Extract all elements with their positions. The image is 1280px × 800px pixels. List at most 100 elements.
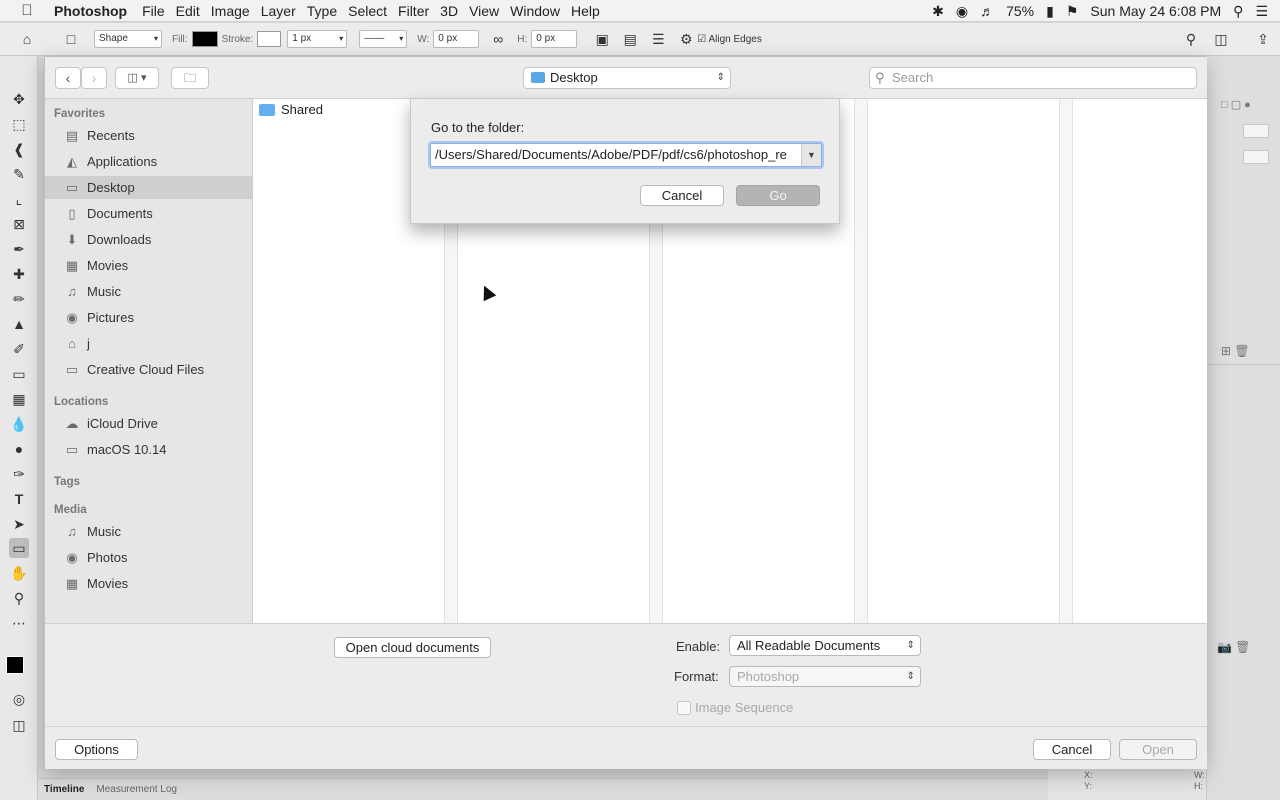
width-field[interactable]: 0 px [433,30,480,48]
sidebar-item-movies[interactable]: ▦ Movies [45,254,252,277]
move-tool-icon[interactable]: ✥ [9,89,29,109]
menu-3d[interactable]: 3D [440,3,469,19]
open-button[interactable]: Open [1119,739,1197,760]
tool-preset-icon[interactable]: □ [62,30,80,48]
hand-tool-icon[interactable]: ✋ [9,563,29,583]
column-divider[interactable] [1059,99,1073,623]
fill-field[interactable] [1243,150,1269,164]
align-edges-checkbox[interactable]: ☑ Align Edges [697,34,762,45]
image-sequence-checkbox[interactable] [677,701,691,715]
pen-tool-icon[interactable]: ✑ [9,464,29,484]
lasso-tool-icon[interactable]: ❰ [9,139,29,159]
foreground-color-swatch[interactable] [6,656,24,674]
search-input[interactable]: ⚲ Search [869,67,1197,89]
sidebar-item-icloud-drive[interactable]: ☁ iCloud Drive [45,412,252,435]
search-icon[interactable]: ⚲ [1182,30,1200,48]
blur-tool-icon[interactable]: 💧 [9,414,29,434]
go-button[interactable]: Go [736,185,820,206]
share-icon[interactable]: ⇪ [1254,30,1272,48]
quick-select-tool-icon[interactable]: ✎ [9,164,29,184]
screen-mode-icon[interactable]: ◫ [9,715,29,735]
sidebar-item-desktop[interactable]: ▭ Desktop [45,176,252,199]
sidebar-item-applications[interactable]: ◭ Applications [45,150,252,173]
battery-percent[interactable]: 75% [1006,3,1034,19]
layer-actions-icons[interactable]: ⊞ 🗑 [1221,344,1250,358]
link-icon[interactable]: ∞ [489,30,507,48]
rectangle-tool-icon[interactable]: ▭ [9,538,29,558]
sidebar-item-pictures[interactable]: ◉ Pictures [45,306,252,329]
path-operations-icon[interactable]: ▣ [593,30,611,48]
home-icon[interactable]: ⌂ [18,30,36,48]
frame-tool-icon[interactable]: ⊠ [9,214,29,234]
menu-select[interactable]: Select [348,3,398,19]
open-cloud-documents-button[interactable]: Open cloud documents [334,637,491,658]
quick-mask-icon[interactable]: ◎ [9,689,29,709]
format-select[interactable]: Photoshop ⇕ [729,666,921,687]
panel-icons[interactable]: □ ▢ ● [1221,98,1251,111]
menu-view[interactable]: View [469,3,510,19]
sidebar-item-macos-10-14[interactable]: ▭ macOS 10.14 [45,438,252,461]
menu-layer[interactable]: Layer [261,3,307,19]
column-divider[interactable] [854,99,868,623]
menu-image[interactable]: Image [211,3,261,19]
sidebar-item-photos[interactable]: ◉ Photos [45,546,252,569]
volume-icon[interactable]: ♬ [980,3,994,19]
wifi-icon[interactable]: ◉ [956,3,968,20]
apple-menu-icon[interactable]:  [0,2,54,19]
marquee-tool-icon[interactable]: ⬚ [9,114,29,134]
options-button[interactable]: Options [55,739,138,760]
notification-center-icon[interactable]: ☰ [1255,3,1268,20]
menu-edit[interactable]: Edit [176,3,211,19]
location-popup[interactable]: Desktop ⇕ [523,67,731,89]
forward-button[interactable]: › [81,67,107,89]
sidebar-item-documents[interactable]: ▯ Documents [45,202,252,225]
stroke-type-select[interactable]: —— ▾ [359,30,408,48]
dodge-tool-icon[interactable]: ● [9,439,29,459]
folder-item-shared[interactable]: Shared [259,101,323,119]
crop-tool-icon[interactable]: ⌞ [9,189,29,209]
eyedropper-tool-icon[interactable]: ✒ [9,239,29,259]
zoom-tool-icon[interactable]: ⚲ [9,588,29,608]
path-select-tool-icon[interactable]: ➤ [9,514,29,534]
sidebar-item-j[interactable]: ⌂ j [45,332,252,355]
eraser-tool-icon[interactable]: ▭ [9,364,29,384]
tab-measurement-log[interactable]: Measurement Log [90,784,183,795]
cancel-button[interactable]: Cancel [1033,739,1111,760]
sidebar-item-music[interactable]: ♫ Music [45,280,252,303]
input-flag-icon[interactable]: ⚑ [1066,3,1079,20]
back-button[interactable]: ‹ [55,67,81,89]
enable-select[interactable]: All Readable Documents ⇕ [729,635,921,656]
brush-tool-icon[interactable]: ✏ [9,289,29,309]
stamp-tool-icon[interactable]: ▲ [9,314,29,334]
history-actions-icons[interactable]: 📷 🗑 [1217,640,1251,654]
bluetooth-icon[interactable]: ✱ [932,3,944,20]
shape-mode-select[interactable]: Shape ▾ [94,30,162,48]
folder-path-input[interactable]: /Users/Shared/Documents/Adobe/PDF/pdf/cs… [430,143,822,167]
sidebar-item-creative-cloud-files[interactable]: ▭ Creative Cloud Files [45,358,252,381]
path-alignment-icon[interactable]: ▤ [621,30,639,48]
spotlight-icon[interactable]: ⚲ [1233,3,1243,20]
more-tools-icon[interactable]: ⋯ [9,613,29,633]
view-mode-button[interactable]: ◫ ▾ [115,67,159,89]
healing-tool-icon[interactable]: ✚ [9,264,29,284]
goto-cancel-button[interactable]: Cancel [640,185,724,206]
type-tool-icon[interactable]: T [9,489,29,509]
clock[interactable]: Sun May 24 6:08 PM [1090,3,1221,19]
sidebar-item-movies[interactable]: ▦ Movies [45,572,252,595]
stroke-swatch[interactable] [257,31,282,47]
sidebar-item-downloads[interactable]: ⬇ Downloads [45,228,252,251]
gear-icon[interactable]: ⚙ [677,30,695,48]
path-history-dropdown-icon[interactable]: ▼ [801,144,821,166]
sidebar-item-music[interactable]: ♫ Music [45,520,252,543]
gradient-tool-icon[interactable]: ▦ [9,389,29,409]
app-menu[interactable]: Photoshop [54,3,142,19]
menu-window[interactable]: Window [510,3,571,19]
battery-icon[interactable]: ▮ [1046,3,1054,20]
history-brush-tool-icon[interactable]: ✐ [9,339,29,359]
stroke-width-field[interactable]: 1 px ▾ [287,30,348,48]
new-folder-button[interactable]: 🗀 [171,67,209,89]
height-field[interactable]: 0 px [531,30,578,48]
menu-filter[interactable]: Filter [398,3,440,19]
menu-help[interactable]: Help [571,3,611,19]
opacity-field[interactable] [1243,124,1269,138]
